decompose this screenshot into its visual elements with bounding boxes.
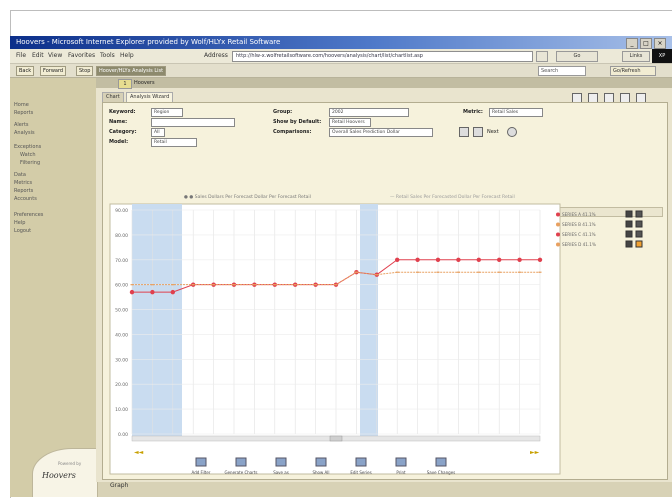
action-button-icon[interactable] (315, 457, 327, 467)
browser-window: Hoovers - Microsoft Internet Explorer pr… (10, 36, 672, 497)
data-point[interactable] (416, 271, 420, 273)
data-point[interactable] (436, 271, 440, 273)
prev-arrow-icon[interactable]: ◄◄ (134, 449, 144, 456)
legend-label: SERIES D 41.1% (562, 242, 596, 247)
action-button-icon[interactable] (195, 457, 207, 467)
data-point[interactable] (456, 257, 461, 262)
data-point[interactable] (232, 284, 236, 286)
legend-marker (556, 242, 560, 247)
data-point[interactable] (354, 271, 358, 273)
action-button-icon[interactable] (235, 457, 247, 467)
data-point[interactable] (212, 284, 216, 286)
next-arrow-icon[interactable]: ►► (530, 449, 540, 456)
legend-marker (556, 232, 560, 237)
legend-label: SERIES B 41.1% (562, 222, 596, 227)
data-point[interactable] (497, 257, 502, 262)
series-legend-1: ● ● Sales Dollars Per Forecast Dollar Pe… (184, 194, 311, 200)
legend-edit-icon[interactable] (635, 230, 643, 238)
y-tick-label: 80.00 (115, 233, 128, 239)
y-tick-label: 0.00 (118, 432, 128, 438)
action-button-label[interactable]: Edit Series (350, 470, 371, 475)
legend-color-icon[interactable] (625, 210, 633, 218)
data-point[interactable] (150, 289, 155, 295)
legend-marker (556, 212, 560, 217)
y-tick-label: 90.00 (115, 208, 128, 214)
data-point[interactable] (538, 271, 542, 273)
y-tick-label: 50.00 (115, 308, 128, 314)
data-point[interactable] (395, 271, 399, 273)
legend-edit-icon[interactable] (635, 220, 643, 228)
action-button-label[interactable]: Show All (312, 470, 329, 475)
data-point[interactable] (517, 257, 522, 262)
data-point[interactable] (150, 284, 154, 286)
data-point[interactable] (477, 271, 481, 273)
data-point[interactable] (129, 289, 135, 295)
legend-color-icon[interactable] (625, 240, 633, 248)
legend-label: SERIES C 41.1% (562, 232, 596, 237)
data-point[interactable] (375, 274, 379, 276)
action-button-icon[interactable] (395, 457, 407, 467)
action-button-icon[interactable] (275, 457, 287, 467)
data-point[interactable] (518, 271, 522, 273)
data-point[interactable] (395, 257, 400, 262)
legend-edit-icon[interactable] (635, 240, 643, 248)
data-point[interactable] (415, 257, 420, 262)
data-point[interactable] (273, 284, 277, 286)
action-button-icon[interactable] (355, 457, 367, 467)
data-point[interactable] (171, 284, 175, 286)
data-point[interactable] (314, 284, 318, 286)
data-point[interactable] (476, 257, 481, 262)
data-point[interactable] (293, 284, 297, 286)
chart-svg: 90.00 80.00 70.00 60.00 50.00 40.00 30.00 20.00… (109, 194, 643, 475)
data-point[interactable] (334, 284, 338, 286)
data-point[interactable] (130, 284, 134, 286)
data-point[interactable] (537, 257, 543, 262)
legend-label: SERIES A 41.1% (562, 212, 596, 217)
data-point[interactable] (456, 271, 460, 273)
data-point[interactable] (497, 271, 501, 273)
series-legend-2: — Retail Sales Per Forecasted Dollar Per… (390, 194, 515, 200)
chart-scrollbar-thumb[interactable] (329, 435, 343, 442)
action-button-label[interactable]: Add Filter (192, 470, 211, 475)
action-button-icon[interactable] (435, 457, 447, 467)
action-button-label[interactable]: Save as (273, 470, 289, 475)
legend-marker (556, 222, 560, 227)
action-button-label[interactable]: Generate Charts (224, 470, 257, 475)
y-tick-label: 20.00 (115, 382, 128, 388)
data-point[interactable] (435, 257, 441, 262)
y-tick-label: 10.00 (115, 407, 128, 413)
y-tick-label: 40.00 (115, 332, 128, 338)
shaded-band-left (132, 204, 182, 436)
shaded-band-right (360, 204, 378, 436)
legend-edit-icon[interactable] (635, 210, 643, 218)
action-button-label[interactable]: Save Changes (427, 470, 456, 475)
legend-color-icon[interactable] (625, 220, 633, 228)
action-button-label[interactable]: Print (396, 470, 406, 475)
data-point[interactable] (252, 284, 256, 286)
y-tick-label: 30.00 (115, 357, 128, 363)
data-point[interactable] (170, 289, 175, 295)
y-tick-label: 60.00 (115, 283, 128, 289)
y-tick-label: 70.00 (115, 258, 128, 264)
data-point[interactable] (191, 284, 195, 286)
legend-color-icon[interactable] (625, 230, 633, 238)
